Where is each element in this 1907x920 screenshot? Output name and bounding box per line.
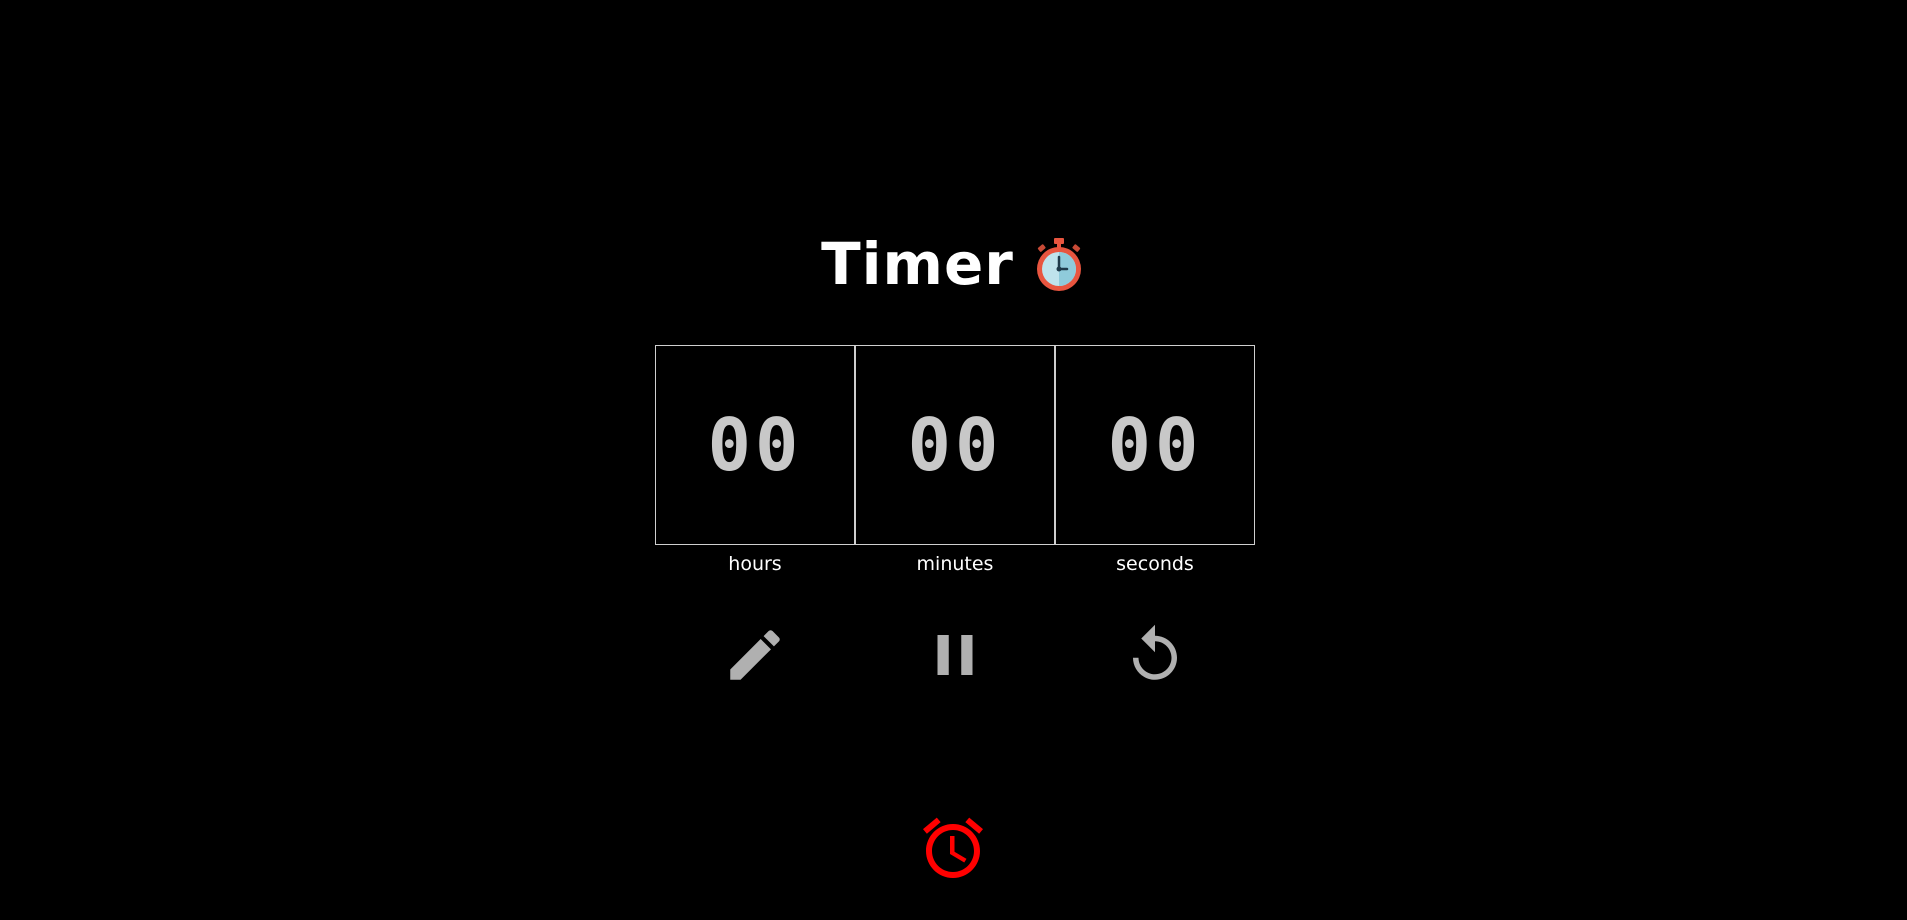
page-title: Timer	[821, 230, 1014, 298]
edit-button[interactable]	[655, 620, 855, 690]
timer-controls	[655, 620, 1255, 690]
timer-display: 00 00 00	[655, 345, 1255, 545]
minutes-value: 00	[907, 403, 1003, 487]
stopwatch-icon	[1032, 236, 1086, 292]
title-row: Timer	[0, 228, 1907, 300]
seconds-label: seconds	[1116, 553, 1194, 575]
reset-icon	[1133, 624, 1177, 680]
alarm-button[interactable]	[917, 812, 989, 884]
minutes-box: 00	[855, 345, 1055, 545]
hours-label: hours	[728, 553, 782, 575]
hours-value: 00	[707, 403, 803, 487]
pencil-icon	[730, 630, 780, 680]
seconds-box: 00	[1055, 345, 1255, 545]
reset-button[interactable]	[1055, 620, 1255, 690]
pause-icon	[937, 635, 973, 675]
unit-labels: hours minutes seconds	[655, 553, 1255, 575]
pause-button[interactable]	[855, 620, 1055, 690]
timer-page: Timer 00 00 00 hours minutes seconds	[0, 0, 1907, 920]
hours-box: 00	[655, 345, 855, 545]
alarm-clock-icon	[923, 817, 983, 878]
seconds-value: 00	[1107, 403, 1203, 487]
minutes-label: minutes	[916, 553, 994, 575]
